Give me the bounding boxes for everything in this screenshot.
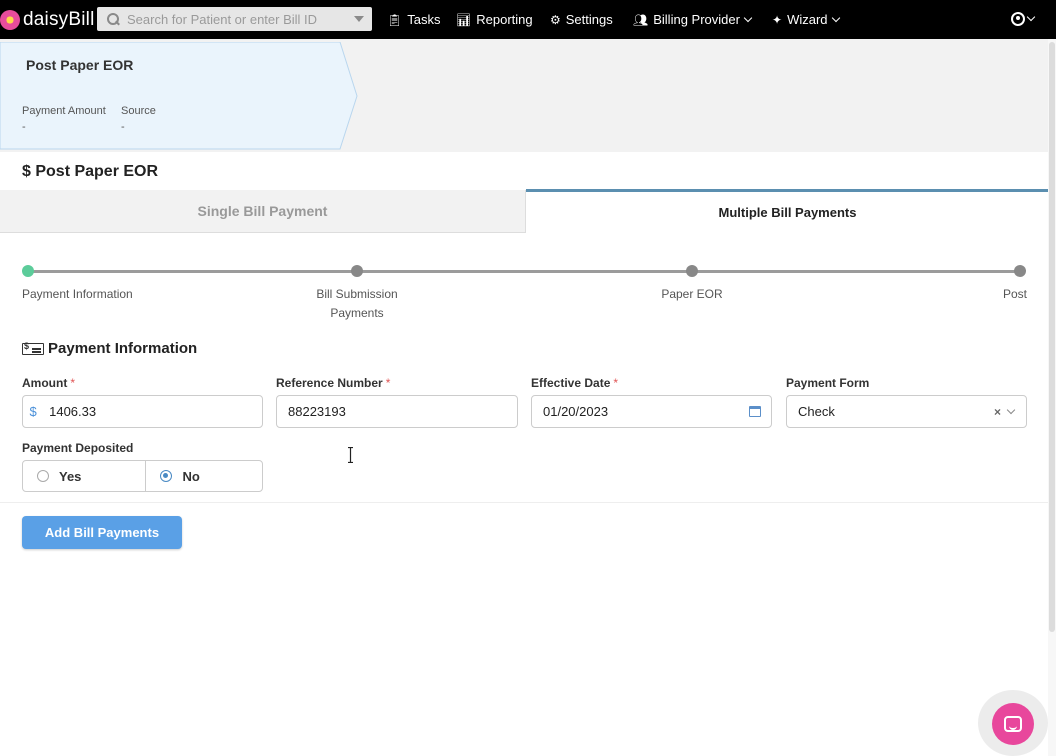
- step-dot-payment-information: [22, 265, 34, 277]
- gear-icon: ⚙: [550, 13, 561, 27]
- source-value: -: [121, 121, 125, 133]
- payment-form-select[interactable]: Check ×: [786, 395, 1027, 428]
- magic-wand-icon: ✦: [772, 13, 782, 27]
- required-marker: *: [70, 376, 75, 390]
- daisy-logo-icon: [0, 10, 20, 30]
- bar-chart-icon: 📊︎: [456, 13, 471, 27]
- clipboard-icon: 📋︎: [387, 13, 402, 27]
- amount-input[interactable]: [43, 404, 262, 419]
- reference-number-input[interactable]: [277, 404, 517, 419]
- add-bill-payments-button[interactable]: Add Bill Payments: [22, 516, 182, 549]
- logo[interactable]: daisyBill: [0, 0, 95, 39]
- top-nav: daisyBill 📋︎ Tasks 📊︎ Reporting ⚙ Settin…: [0, 0, 1056, 39]
- amount-label: Amount*: [22, 376, 75, 390]
- effective-date-label: Effective Date*: [531, 376, 618, 390]
- payment-amount-label: Payment Amount: [22, 105, 106, 117]
- radio-option-no[interactable]: No: [145, 461, 262, 491]
- chat-launcher-button[interactable]: [992, 703, 1034, 745]
- source-label: Source: [121, 105, 156, 117]
- payment-form-label: Payment Form: [786, 376, 869, 390]
- calendar-icon[interactable]: [749, 406, 761, 417]
- nav-reporting[interactable]: 📊︎ Reporting: [456, 0, 533, 39]
- payment-amount-value: -: [22, 121, 26, 133]
- chat-icon: [1004, 716, 1022, 732]
- nav-reporting-label: Reporting: [476, 12, 532, 27]
- amount-label-text: Amount: [22, 376, 67, 390]
- nav-billing-provider-label: Billing Provider: [653, 12, 740, 27]
- reference-number-field[interactable]: [276, 395, 518, 428]
- chevron-down-icon[interactable]: [1007, 405, 1015, 413]
- user-account-icon[interactable]: [1011, 12, 1025, 26]
- radio-checked-icon[interactable]: [160, 470, 172, 482]
- nav-wizard-label: Wizard: [787, 12, 827, 27]
- step-dot-post: [1014, 265, 1026, 277]
- payment-deposited-radio-group: Yes No: [22, 460, 263, 492]
- nav-wizard[interactable]: ✦ Wizard: [772, 0, 839, 39]
- text-cursor-icon: [348, 447, 353, 463]
- search-bar[interactable]: [97, 7, 372, 31]
- nav-settings[interactable]: ⚙ Settings: [550, 0, 613, 39]
- payment-deposited-label: Payment Deposited: [22, 441, 133, 455]
- money-check-icon: [22, 343, 44, 355]
- payment-information-title: Payment Information: [48, 340, 197, 357]
- step-label-bill-submission-payments: Bill Submission Payments: [308, 285, 406, 323]
- search-input[interactable]: [127, 12, 352, 27]
- users-icon: 👥︎: [633, 13, 648, 27]
- currency-prefix: $: [23, 404, 43, 419]
- brand-name: daisyBill: [23, 9, 95, 31]
- effective-date-label-text: Effective Date: [531, 376, 610, 390]
- nav-billing-provider[interactable]: 👥︎ Billing Provider: [633, 0, 751, 39]
- step-label-post: Post: [990, 285, 1027, 304]
- tab-single-bill-payment[interactable]: Single Bill Payment: [0, 190, 526, 233]
- summary-card-title: Post Paper EOR: [26, 57, 133, 73]
- amount-field[interactable]: $: [22, 395, 263, 428]
- reference-number-label-text: Reference Number: [276, 376, 383, 390]
- reference-number-label: Reference Number*: [276, 376, 390, 390]
- search-dropdown-icon[interactable]: [354, 16, 364, 22]
- radio-label-yes: Yes: [59, 469, 81, 484]
- required-marker: *: [613, 376, 618, 390]
- tab-multiple-bill-payments[interactable]: Multiple Bill Payments: [526, 189, 1049, 233]
- stepper-track: [28, 270, 1020, 273]
- payment-form-selected-value: Check: [787, 404, 835, 419]
- page-title: $ Post Paper EOR: [22, 163, 158, 181]
- required-marker: *: [386, 376, 391, 390]
- step-dot-bill-submission-payments: [351, 265, 363, 277]
- chevron-down-icon: [744, 13, 752, 21]
- radio-option-yes[interactable]: Yes: [23, 461, 145, 491]
- effective-date-field[interactable]: [531, 395, 772, 428]
- chevron-down-icon[interactable]: [1027, 13, 1035, 21]
- divider: [0, 502, 1048, 503]
- nav-tasks-label: Tasks: [407, 12, 440, 27]
- nav-tasks[interactable]: 📋︎ Tasks: [387, 0, 440, 39]
- nav-settings-label: Settings: [566, 12, 613, 27]
- effective-date-input[interactable]: [532, 404, 749, 419]
- radio-unchecked-icon[interactable]: [37, 470, 49, 482]
- clear-icon[interactable]: ×: [994, 405, 1001, 419]
- chevron-down-icon: [831, 13, 839, 21]
- step-dot-paper-eor: [686, 265, 698, 277]
- scrollbar-thumb[interactable]: [1049, 42, 1055, 632]
- search-icon: [107, 13, 119, 25]
- radio-label-no: No: [182, 469, 199, 484]
- step-label-payment-information: Payment Information: [22, 285, 133, 304]
- step-label-paper-eor: Paper EOR: [652, 285, 732, 304]
